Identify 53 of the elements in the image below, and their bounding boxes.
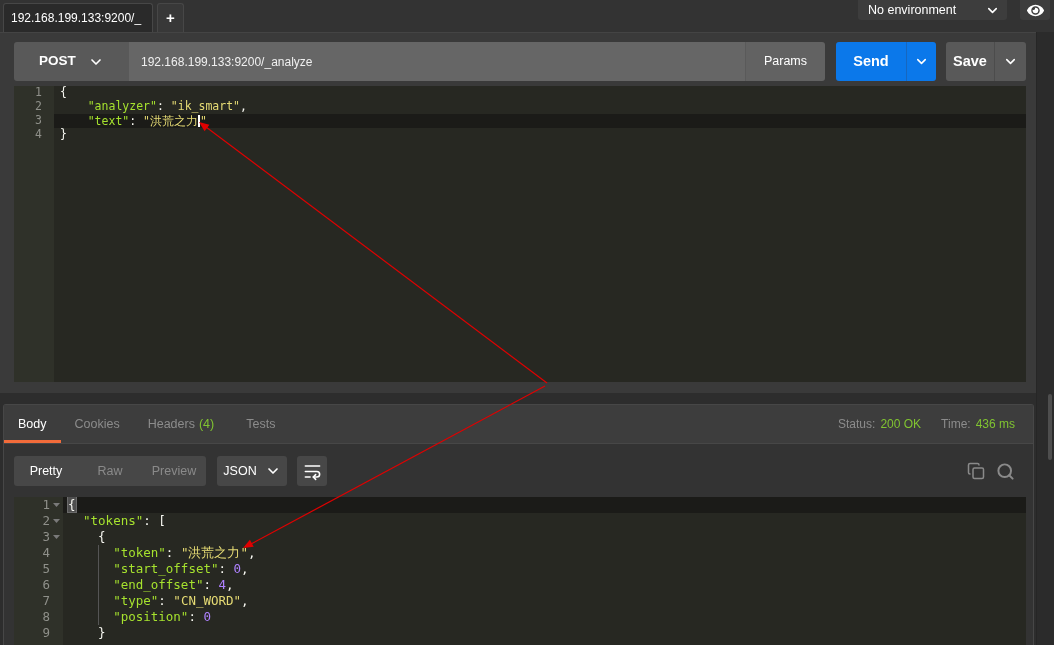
code-line: }: [60, 129, 67, 141]
url-field[interactable]: 192.168.199.133:9200/_analyze: [129, 42, 745, 81]
code-line: "position": 0: [113, 610, 211, 624]
line-number: 3: [42, 530, 50, 544]
status-label: Status:: [838, 416, 876, 433]
copy-icon: [967, 462, 985, 480]
line-number: 7: [42, 594, 50, 608]
environment-dropdown[interactable]: No environment: [858, 0, 1007, 20]
time-label: Time:: [941, 416, 971, 433]
params-button[interactable]: Params: [745, 42, 825, 81]
copy-button[interactable]: [967, 462, 985, 480]
line-number: 2: [35, 101, 42, 113]
code-line: {: [60, 87, 67, 99]
format-dropdown[interactable]: JSON: [217, 456, 287, 486]
fold-caret-icon[interactable]: [53, 519, 60, 523]
code-line: "type": "CN_WORD",: [113, 594, 249, 608]
new-tab-button[interactable]: +: [157, 3, 184, 32]
code-line: {: [98, 530, 106, 544]
line-number: 8: [42, 610, 50, 624]
code-line: "text": "洪荒之力 ": [87, 115, 207, 127]
line-number: 9: [42, 626, 50, 640]
code-line: "token": "洪荒之力",: [113, 546, 256, 560]
send-button[interactable]: Send: [836, 42, 906, 81]
fold-caret-icon[interactable]: [53, 503, 60, 507]
fold-caret-icon[interactable]: [53, 535, 60, 539]
code-line: "end_offset": 4,: [113, 578, 234, 592]
code-line: "tokens": [: [83, 514, 166, 528]
line-number: 3: [35, 115, 42, 127]
response-tab[interactable]: Headers (4): [133, 405, 229, 443]
save-button[interactable]: Save: [946, 42, 994, 81]
line-number: 2: [42, 514, 50, 528]
time-value: 436 ms: [975, 416, 1015, 433]
wrap-lines-button[interactable]: [297, 456, 327, 486]
code-line: "analyzer": "ik_smart",: [87, 101, 247, 113]
line-number: 5: [42, 562, 50, 576]
eye-button[interactable]: [1020, 0, 1050, 20]
code-line: "start_offset": 0,: [113, 562, 249, 576]
line-number: 6: [42, 578, 50, 592]
method-dropdown[interactable]: POST: [14, 42, 129, 81]
save-options-button[interactable]: [994, 42, 1026, 81]
send-options-button[interactable]: [906, 42, 936, 81]
scrollbar-thumb[interactable]: [1048, 394, 1052, 460]
view-mode-tab[interactable]: Pretty: [14, 456, 78, 486]
line-number: 4: [42, 546, 50, 560]
search-icon: [996, 461, 1015, 481]
line-number: 1: [35, 87, 42, 99]
response-tab[interactable]: Body: [4, 405, 61, 443]
line-number: 4: [35, 129, 42, 141]
status-value: 200 OK: [880, 416, 922, 433]
code-line: }: [98, 626, 106, 640]
request-tab[interactable]: 192.168.199.133:9200/_: [3, 3, 153, 32]
line-number: 1: [42, 498, 50, 512]
search-button[interactable]: [996, 461, 1015, 481]
